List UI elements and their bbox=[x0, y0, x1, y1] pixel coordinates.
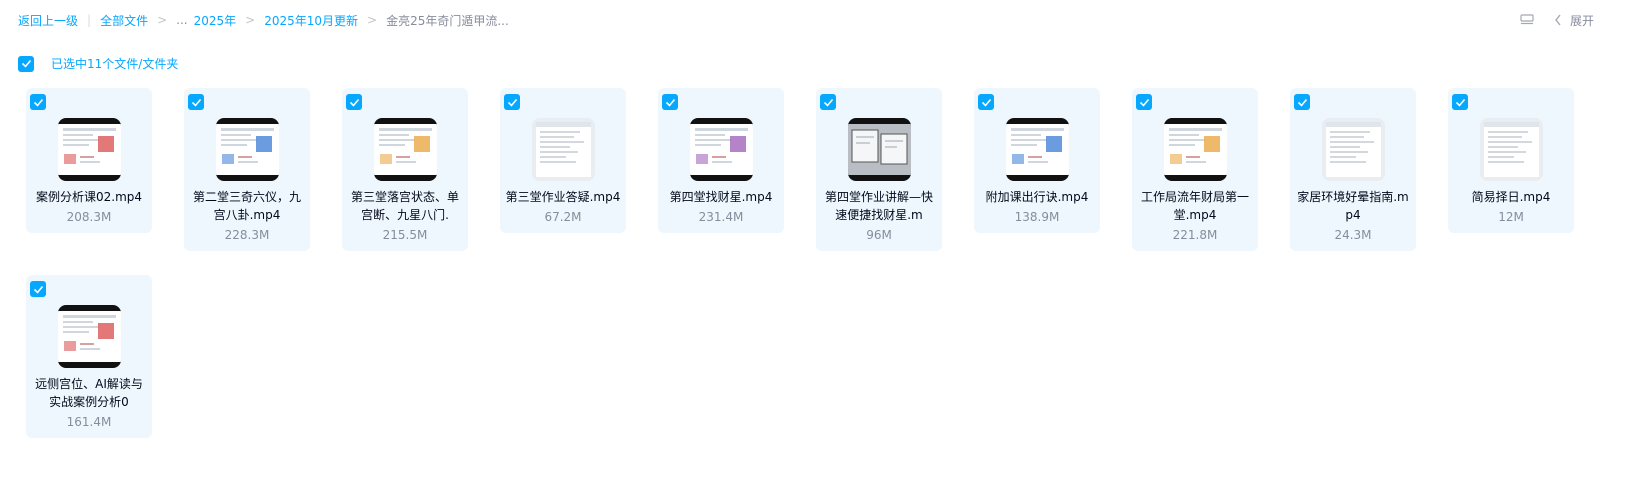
breadcrumb: 返回上一级 | 全部文件 > ... 2025年 > 2025年10月更新 > … bbox=[18, 10, 509, 30]
file-checkbox[interactable] bbox=[1452, 94, 1468, 110]
file-checkbox[interactable] bbox=[188, 94, 204, 110]
check-icon bbox=[33, 285, 43, 294]
file-card[interactable]: 案例分析课02.mp4 208.3M bbox=[26, 88, 152, 233]
file-checkbox[interactable] bbox=[30, 281, 46, 297]
check-icon bbox=[507, 98, 517, 107]
selection-count: 已选中11个文件/文件夹 bbox=[51, 57, 179, 71]
file-size: 24.3M bbox=[1334, 228, 1372, 242]
check-icon bbox=[1139, 98, 1149, 107]
breadcrumb-divider: | bbox=[87, 13, 92, 27]
video-thumbnail bbox=[215, 118, 279, 181]
file-checkbox[interactable] bbox=[662, 94, 678, 110]
file-card[interactable]: 简易择日.mp4 12M bbox=[1448, 88, 1574, 233]
check-icon bbox=[21, 59, 31, 68]
video-thumbnail bbox=[689, 118, 753, 181]
expand-button[interactable]: 展开 bbox=[1570, 12, 1594, 29]
file-card[interactable]: 家居环境好晕指南.mp4 24.3M bbox=[1290, 88, 1416, 251]
file-checkbox[interactable] bbox=[1294, 94, 1310, 110]
chevron-left-icon[interactable] bbox=[1554, 14, 1562, 26]
breadcrumb-year[interactable]: 2025年 bbox=[194, 12, 237, 29]
check-icon bbox=[33, 98, 43, 107]
video-thumbnail bbox=[1005, 118, 1069, 181]
file-name: 第三堂作业答疑.mp4 bbox=[505, 190, 621, 204]
check-icon bbox=[665, 98, 675, 107]
file-card[interactable]: 第三堂作业答疑.mp4 67.2M bbox=[500, 88, 626, 233]
file-name: 第三堂落宫状态、单宫断、九星八门. bbox=[350, 190, 459, 222]
file-grid: 案例分析课02.mp4 208.3M 第二堂三奇六仪，九宫八卦.mp4 228.3M 第… bbox=[26, 88, 1606, 438]
video-thumbnail bbox=[57, 118, 121, 181]
check-icon bbox=[823, 98, 833, 107]
select-all-checkbox[interactable] bbox=[18, 55, 34, 72]
file-checkbox[interactable] bbox=[346, 94, 362, 110]
check-icon bbox=[981, 98, 991, 107]
video-thumbnail bbox=[847, 118, 911, 181]
file-size: 221.8M bbox=[1172, 228, 1218, 242]
file-checkbox[interactable] bbox=[978, 94, 994, 110]
file-card[interactable]: 附加课出行诀.mp4 138.9M bbox=[974, 88, 1100, 233]
file-name: 家居环境好晕指南.mp4 bbox=[1297, 190, 1409, 222]
file-name: 附加课出行诀.mp4 bbox=[985, 190, 1089, 204]
file-size: 215.5M bbox=[382, 228, 428, 242]
video-thumbnail bbox=[1163, 118, 1227, 181]
select-all-row: 已选中11个文件/文件夹 bbox=[18, 55, 178, 72]
video-thumbnail bbox=[373, 118, 437, 181]
file-checkbox[interactable] bbox=[820, 94, 836, 110]
video-thumbnail bbox=[1321, 118, 1385, 181]
file-name: 第二堂三奇六仪，九宫八卦.mp4 bbox=[192, 190, 301, 222]
file-card[interactable]: 第四堂找财星.mp4 231.4M bbox=[658, 88, 784, 233]
video-thumbnail bbox=[531, 118, 595, 181]
file-size: 67.2M bbox=[544, 210, 582, 224]
breadcrumb-ellipsis[interactable]: ... bbox=[176, 13, 187, 27]
breadcrumb-separator: > bbox=[367, 13, 378, 27]
file-name: 第四堂找财星.mp4 bbox=[669, 190, 773, 204]
file-name: 工作局流年财局第一堂.mp4 bbox=[1140, 190, 1249, 222]
check-icon bbox=[191, 98, 201, 107]
check-icon bbox=[349, 98, 359, 107]
file-size: 208.3M bbox=[66, 210, 112, 224]
breadcrumb-separator: > bbox=[245, 13, 256, 27]
video-thumbnail bbox=[1479, 118, 1543, 181]
file-card[interactable]: 第二堂三奇六仪，九宫八卦.mp4 228.3M bbox=[184, 88, 310, 251]
breadcrumb-all-files[interactable]: 全部文件 bbox=[100, 12, 148, 29]
file-name: 远侧宫位、AI解读与实战案例分析0 bbox=[35, 377, 143, 409]
file-checkbox[interactable] bbox=[30, 94, 46, 110]
back-link[interactable]: 返回上一级 bbox=[18, 12, 78, 29]
check-icon bbox=[1297, 98, 1307, 107]
toolbar-right: 展开 bbox=[1520, 10, 1594, 30]
video-thumbnail bbox=[57, 305, 121, 368]
list-view-icon[interactable] bbox=[1520, 14, 1534, 26]
file-card[interactable]: 第三堂落宫状态、单宫断、九星八门. 215.5M bbox=[342, 88, 468, 251]
file-size: 138.9M bbox=[1014, 210, 1060, 224]
breadcrumb-separator: > bbox=[157, 13, 168, 27]
file-card[interactable]: 工作局流年财局第一堂.mp4 221.8M bbox=[1132, 88, 1258, 251]
file-checkbox[interactable] bbox=[1136, 94, 1152, 110]
file-size: 161.4M bbox=[66, 415, 112, 429]
file-name: 第四堂作业讲解—快速便捷找财星.m bbox=[824, 190, 933, 222]
check-icon bbox=[1455, 98, 1465, 107]
file-size: 96M bbox=[866, 228, 892, 242]
breadcrumb-current: 金亮25年奇门遁甲流... bbox=[386, 13, 509, 28]
breadcrumb-month[interactable]: 2025年10月更新 bbox=[264, 12, 358, 29]
file-name: 简易择日.mp4 bbox=[1471, 190, 1551, 204]
file-card[interactable]: 远侧宫位、AI解读与实战案例分析0 161.4M bbox=[26, 275, 152, 438]
file-size: 228.3M bbox=[224, 228, 270, 242]
file-card[interactable]: 第四堂作业讲解—快速便捷找财星.m 96M bbox=[816, 88, 942, 251]
file-size: 12M bbox=[1498, 210, 1524, 224]
file-checkbox[interactable] bbox=[504, 94, 520, 110]
file-size: 231.4M bbox=[698, 210, 744, 224]
file-name: 案例分析课02.mp4 bbox=[35, 190, 143, 204]
